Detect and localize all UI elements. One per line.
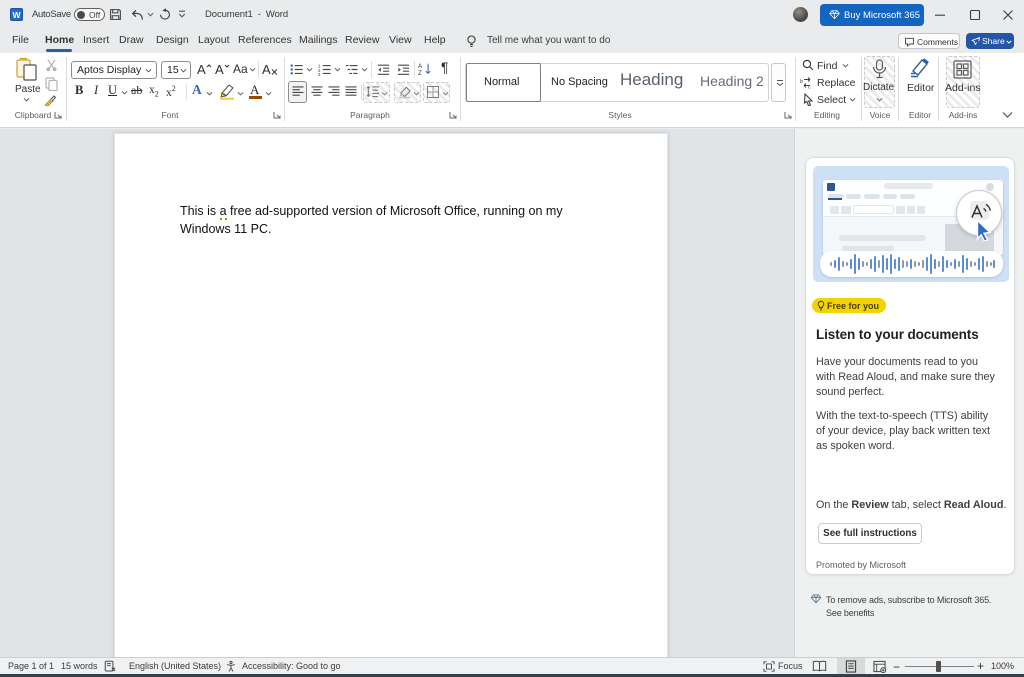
svg-text:W: W — [12, 10, 21, 20]
svg-text:3: 3 — [318, 72, 321, 76]
svg-text:A: A — [262, 62, 271, 77]
svg-text:c: c — [808, 85, 811, 90]
svg-text:A: A — [197, 62, 206, 77]
svg-text:A: A — [215, 62, 224, 77]
svg-text:b: b — [800, 79, 803, 85]
svg-text:A: A — [418, 63, 423, 70]
svg-text:Z: Z — [418, 70, 422, 77]
